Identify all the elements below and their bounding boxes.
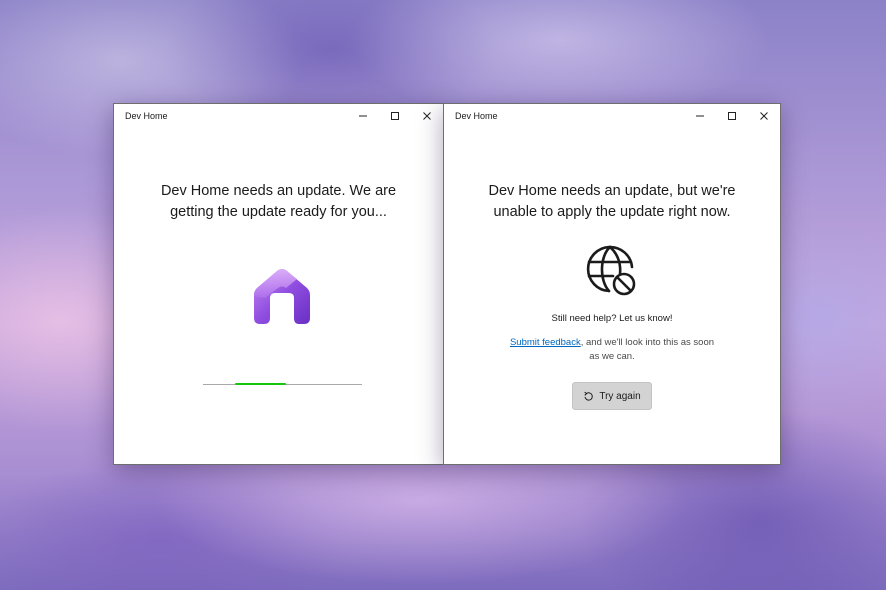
help-text-rest: , and we'll look into this as soon as we… <box>580 337 715 362</box>
dev-home-logo-icon <box>254 269 310 324</box>
minimize-button[interactable] <box>347 104 379 128</box>
maximize-icon <box>728 112 736 120</box>
maximize-button[interactable] <box>379 104 411 128</box>
title-bar[interactable]: Dev Home <box>444 104 780 128</box>
window-title: Dev Home <box>455 111 498 121</box>
window-title: Dev Home <box>125 111 168 121</box>
close-button[interactable] <box>411 104 443 128</box>
heading-line: Dev Home needs an update. We are <box>160 183 397 199</box>
globe-blocked-icon <box>586 245 636 296</box>
minimize-icon <box>696 115 704 117</box>
try-again-label: Try again <box>599 390 641 402</box>
update-heading: Dev Home needs an update. We are getting… <box>114 181 443 223</box>
submit-feedback-link[interactable]: Submit feedback <box>510 337 581 348</box>
window-controls <box>684 104 780 128</box>
update-progress-bar <box>203 383 362 385</box>
window-content: Dev Home needs an update, but we're unab… <box>444 128 780 464</box>
error-heading: Dev Home needs an update, but we're unab… <box>444 181 780 223</box>
close-icon <box>760 112 768 120</box>
try-again-button[interactable]: Try again <box>572 382 652 410</box>
help-title: Still need help? Let us know! <box>551 313 673 324</box>
maximize-button[interactable] <box>716 104 748 128</box>
heading-line: Dev Home needs an update, but we're <box>488 183 736 199</box>
desktop-background: Dev Home Dev Home needs an update. We ar… <box>0 0 886 590</box>
window-controls <box>347 104 443 128</box>
title-bar[interactable]: Dev Home <box>114 104 443 128</box>
heading-line: getting the update ready for you... <box>170 204 387 220</box>
minimize-button[interactable] <box>684 104 716 128</box>
minimize-icon <box>359 115 367 117</box>
refresh-icon <box>584 391 594 401</box>
heading-line: unable to apply the update right now. <box>493 204 731 220</box>
dev-home-updating-window: Dev Home Dev Home needs an update. We ar… <box>113 103 444 465</box>
window-content: Dev Home needs an update. We are getting… <box>114 128 443 464</box>
close-button[interactable] <box>748 104 780 128</box>
maximize-icon <box>391 112 399 120</box>
dev-home-update-failed-window: Dev Home Dev Home needs an update, but w… <box>443 103 781 465</box>
help-text: Submit feedback, and we'll look into thi… <box>504 336 720 364</box>
close-icon <box>423 112 431 120</box>
progress-indicator <box>234 383 286 385</box>
